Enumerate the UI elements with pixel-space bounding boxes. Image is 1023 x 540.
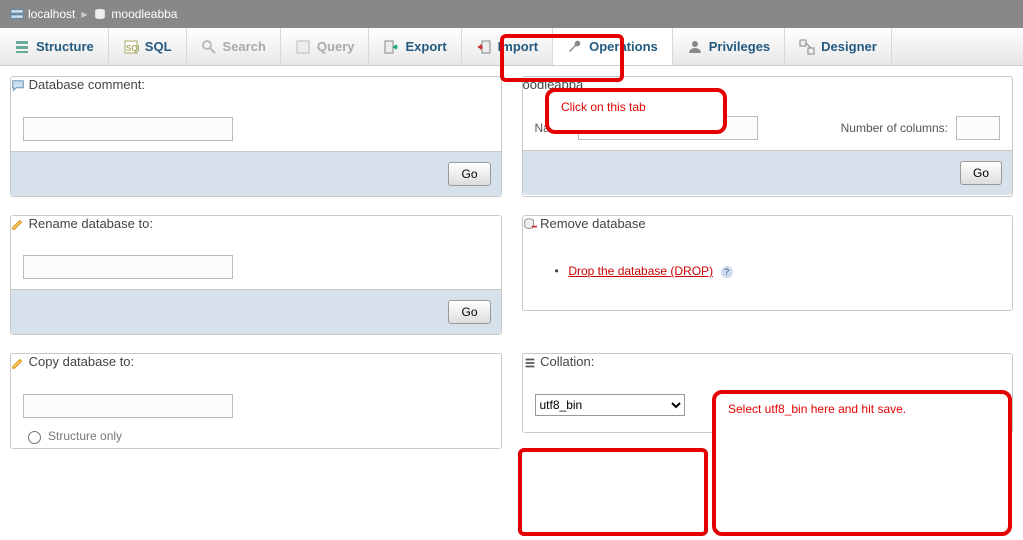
breadcrumb: localhost ▸ moodleabba — [0, 0, 1023, 28]
tab-search[interactable]: Search — [187, 28, 281, 65]
tab-designer-label: Designer — [821, 39, 877, 54]
pencil-icon — [11, 217, 25, 231]
panel-copy-db: Copy database to: Structure only — [10, 353, 502, 449]
bullet: • — [555, 264, 559, 278]
breadcrumb-db-label: moodleabba — [111, 7, 177, 21]
drop-database-link[interactable]: Drop the database (DROP) — [568, 264, 713, 278]
breadcrumb-host-label: localhost — [28, 7, 75, 21]
tab-export[interactable]: Export — [369, 28, 461, 65]
server-icon — [10, 7, 24, 21]
panel-remove-legend: Remove database — [523, 216, 1013, 232]
breadcrumb-host[interactable]: localhost — [10, 7, 75, 21]
tab-query[interactable]: Query — [281, 28, 370, 65]
tab-import[interactable]: Import — [462, 28, 553, 65]
tab-structure[interactable]: Structure — [0, 28, 109, 65]
export-icon — [383, 39, 399, 55]
tab-sql-label: SQL — [145, 39, 172, 54]
tab-structure-label: Structure — [36, 39, 94, 54]
tab-search-label: Search — [223, 39, 266, 54]
tab-privileges[interactable]: Privileges — [673, 28, 785, 65]
annotation-callout-collation-text: Select utf8_bin here and hit save. — [716, 394, 1008, 424]
query-icon — [295, 39, 311, 55]
designer-icon — [799, 39, 815, 55]
db-minus-icon — [523, 217, 537, 231]
breadcrumb-db[interactable]: moodleabba — [93, 7, 177, 21]
db-comment-input[interactable] — [23, 117, 233, 141]
svg-text:SQL: SQL — [126, 44, 139, 53]
tab-sql[interactable]: SQL SQL — [109, 28, 187, 65]
search-icon — [201, 39, 217, 55]
tab-operations[interactable]: Operations — [553, 28, 673, 65]
annotation-callout-collation: Select utf8_bin here and hit save. — [712, 390, 1012, 536]
tab-privileges-label: Privileges — [709, 39, 770, 54]
help-icon[interactable]: ? — [721, 266, 733, 278]
sql-icon: SQL — [123, 39, 139, 55]
list-icon — [523, 356, 537, 370]
annotation-callout-tab-text: Click on this tab — [549, 92, 723, 122]
annotation-callout-tab: Click on this tab — [545, 88, 727, 134]
wrench-icon — [567, 39, 583, 55]
tabbar: Structure SQL SQL Search Query Export Im… — [0, 28, 1023, 66]
database-icon — [93, 7, 107, 21]
tab-import-label: Import — [498, 39, 538, 54]
panel-db-comment-legend: Database comment: — [11, 77, 501, 93]
tab-operations-label: Operations — [589, 39, 658, 54]
panel-rename-db: Rename database to: Go — [10, 215, 502, 336]
panel-db-comment-legend-text: Database comment: — [29, 77, 145, 92]
copy-opt-structure-only-label: Structure only — [48, 429, 122, 443]
tab-designer[interactable]: Designer — [785, 28, 892, 65]
panel-db-comment: Database comment: Go — [10, 76, 502, 197]
comment-icon — [11, 79, 25, 93]
import-icon — [476, 39, 492, 55]
panel-copy-legend-text: Copy database to: — [29, 354, 135, 369]
panel-remove-legend-text: Remove database — [540, 216, 646, 231]
tab-export-label: Export — [405, 39, 446, 54]
rename-go-button[interactable]: Go — [448, 300, 490, 324]
pencil-icon — [11, 356, 25, 370]
panel-rename-legend-text: Rename database to: — [29, 216, 153, 231]
panel-collation-legend: Collation: — [523, 354, 1013, 370]
create-cols-label: Number of columns: — [841, 121, 948, 135]
panel-rename-legend: Rename database to: — [11, 216, 501, 232]
panel-collation-legend-text: Collation: — [540, 354, 594, 369]
db-comment-go-button[interactable]: Go — [448, 162, 490, 186]
create-go-button[interactable]: Go — [960, 161, 1002, 185]
rename-input[interactable] — [23, 255, 233, 279]
privileges-icon — [687, 39, 703, 55]
collation-select[interactable]: utf8_bin — [535, 394, 685, 416]
breadcrumb-sep: ▸ — [81, 7, 87, 21]
copy-opt-structure-only-radio[interactable] — [28, 431, 41, 444]
panel-copy-legend: Copy database to: — [11, 354, 501, 370]
structure-icon — [14, 39, 30, 55]
panel-remove-db: Remove database • Drop the database (DRO… — [522, 215, 1014, 312]
annotation-outline-collation — [518, 448, 708, 536]
tab-query-label: Query — [317, 39, 355, 54]
copy-input[interactable] — [23, 394, 233, 418]
create-cols-input[interactable] — [956, 116, 1000, 140]
